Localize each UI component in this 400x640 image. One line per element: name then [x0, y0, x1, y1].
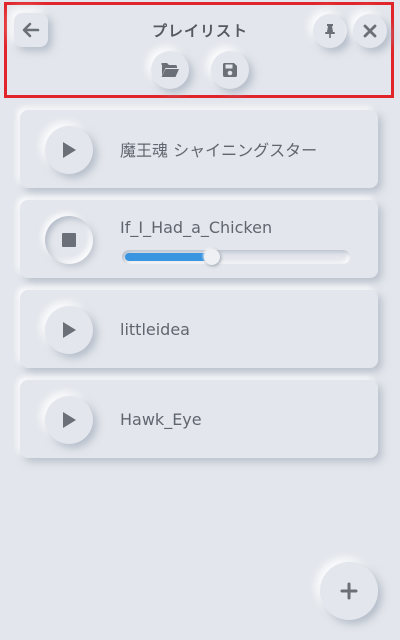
plus-icon [340, 582, 358, 600]
stop-button[interactable] [45, 216, 93, 264]
play-icon [63, 412, 76, 428]
track-title: Hawk_Eye [120, 409, 202, 429]
playlist-item[interactable]: littleidea [20, 290, 378, 368]
track-title: littleidea [120, 319, 190, 339]
close-icon [363, 24, 377, 38]
play-button[interactable] [45, 126, 93, 174]
playback-progress-bar[interactable] [122, 249, 350, 265]
progress-fill [125, 253, 212, 261]
play-icon [63, 322, 76, 338]
playlist-item[interactable]: Hawk_Eye [20, 380, 378, 458]
play-button[interactable] [45, 396, 93, 444]
playlist-window: プレイリスト 魔王魂 シャイニングスター If_I_Had_a_Chicken … [0, 0, 400, 640]
play-icon [63, 142, 76, 158]
close-button[interactable] [353, 14, 387, 48]
stop-icon [62, 233, 76, 247]
open-playlist-button[interactable] [151, 51, 189, 89]
add-track-button[interactable] [320, 562, 378, 620]
pin-icon [325, 24, 335, 38]
playlist-item[interactable]: 魔王魂 シャイニングスター [20, 110, 378, 188]
track-title: If_I_Had_a_Chicken [120, 218, 273, 237]
progress-handle[interactable] [204, 249, 220, 265]
folder-open-icon [161, 63, 179, 77]
playlist-item-playing[interactable]: If_I_Had_a_Chicken [20, 200, 378, 278]
floppy-disk-icon [223, 63, 237, 77]
save-playlist-button[interactable] [211, 51, 249, 89]
pin-button[interactable] [313, 14, 347, 48]
play-button[interactable] [45, 306, 93, 354]
track-title: 魔王魂 シャイニングスター [120, 141, 318, 160]
